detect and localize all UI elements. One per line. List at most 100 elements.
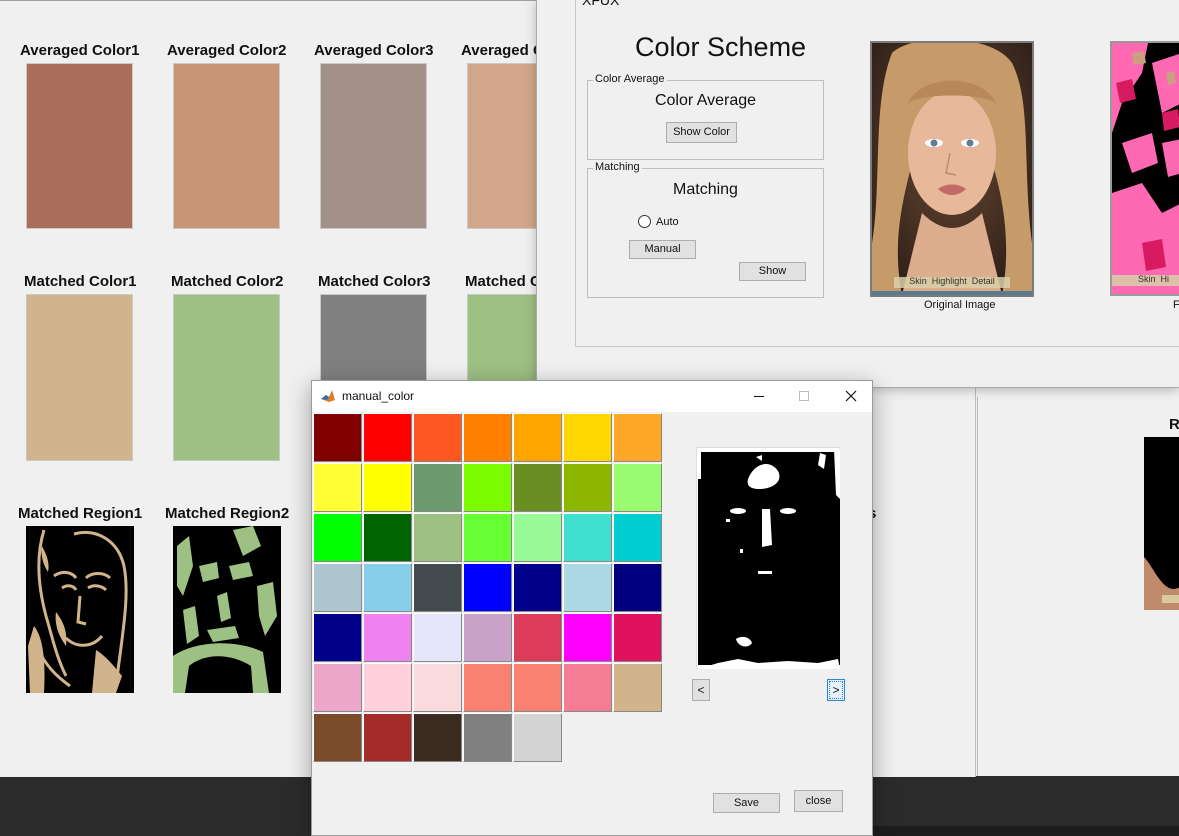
palette-color-button[interactable] bbox=[313, 563, 362, 612]
dialog-title: manual_color bbox=[342, 389, 415, 403]
palette-color-button[interactable] bbox=[413, 663, 462, 712]
palette-color-button[interactable] bbox=[363, 563, 412, 612]
palette-color-button[interactable] bbox=[613, 563, 662, 612]
dialog-titlebar[interactable]: manual_color bbox=[312, 381, 872, 412]
averaged-color2-swatch bbox=[173, 63, 280, 229]
color-average-title: Color Average bbox=[654, 92, 757, 109]
palette-color-button[interactable] bbox=[463, 663, 512, 712]
palette-color-button[interactable] bbox=[363, 463, 412, 512]
palette-color-button[interactable] bbox=[513, 713, 562, 762]
maximize-button[interactable] bbox=[787, 381, 821, 411]
color-scheme-panel: Color Scheme Color Average Color Average… bbox=[575, 0, 1179, 347]
palette-color-button[interactable] bbox=[313, 463, 362, 512]
save-button[interactable]: Save bbox=[713, 793, 780, 813]
palette-color-button[interactable] bbox=[313, 713, 362, 762]
matched-color1-title: Matched Color1 bbox=[24, 273, 137, 290]
palette-color-button[interactable] bbox=[413, 413, 462, 462]
original-image: Skin Highlight Detail bbox=[870, 41, 1034, 297]
palette-color-button[interactable] bbox=[463, 563, 512, 612]
partial-label-r: R bbox=[1169, 416, 1179, 433]
palette-color-button[interactable] bbox=[513, 513, 562, 562]
matched-region1-image bbox=[26, 526, 134, 693]
matched-region2-title: Matched Region2 bbox=[165, 505, 290, 522]
partial-result-image bbox=[1144, 437, 1179, 610]
palette-color-button[interactable] bbox=[413, 463, 462, 512]
averaged-color4-title: Averaged C bbox=[461, 42, 544, 59]
palette-color-button[interactable] bbox=[413, 613, 462, 662]
processed-image: Skin Hi bbox=[1110, 41, 1179, 296]
averaged-color3-title: Averaged Color3 bbox=[314, 42, 434, 59]
manual-button[interactable]: Manual bbox=[629, 240, 696, 259]
palette-color-button[interactable] bbox=[413, 513, 462, 562]
overlay-tabs: Skin Highlight Detail bbox=[909, 276, 995, 286]
palette-color-button[interactable] bbox=[363, 663, 412, 712]
secondary-window: R bbox=[977, 397, 1179, 776]
palette-color-button[interactable] bbox=[613, 463, 662, 512]
prev-button[interactable]: < bbox=[692, 679, 710, 701]
palette-color-button[interactable] bbox=[513, 563, 562, 612]
palette-color-button[interactable] bbox=[563, 463, 612, 512]
palette-color-button[interactable] bbox=[613, 413, 662, 462]
matlab-icon bbox=[320, 388, 336, 404]
palette-color-button[interactable] bbox=[363, 613, 412, 662]
matched-color4-title: Matched C bbox=[465, 273, 541, 290]
palette-color-button[interactable] bbox=[463, 463, 512, 512]
palette-color-button[interactable] bbox=[413, 713, 462, 762]
auto-radio[interactable] bbox=[638, 215, 651, 228]
palette-color-button[interactable] bbox=[613, 513, 662, 562]
matched-color1-swatch bbox=[26, 294, 133, 461]
palette-color-button[interactable] bbox=[563, 513, 612, 562]
palette-color-button[interactable] bbox=[363, 713, 412, 762]
palette-color-button[interactable] bbox=[363, 413, 412, 462]
palette-color-button[interactable] bbox=[313, 613, 362, 662]
palette-color-button[interactable] bbox=[513, 663, 562, 712]
palette-color-button[interactable] bbox=[463, 613, 512, 662]
palette-color-button[interactable] bbox=[613, 663, 662, 712]
palette-color-button[interactable] bbox=[513, 463, 562, 512]
show-color-button[interactable]: Show Color bbox=[666, 122, 737, 143]
palette-color-button[interactable] bbox=[613, 613, 662, 662]
averaged-color2-title: Averaged Color2 bbox=[167, 42, 287, 59]
averaged-color4-swatch bbox=[467, 63, 537, 229]
next-button[interactable]: > bbox=[827, 679, 845, 701]
matching-legend: Matching bbox=[593, 161, 642, 173]
manual-color-dialog: manual_color < > Save close bbox=[311, 380, 873, 836]
palette-color-button[interactable] bbox=[513, 413, 562, 462]
palette-color-button[interactable] bbox=[413, 563, 462, 612]
palette-color-button[interactable] bbox=[513, 613, 562, 662]
matching-group: Matching Matching Auto Manual Show bbox=[587, 161, 824, 298]
palette-color-button[interactable] bbox=[313, 663, 362, 712]
close-icon bbox=[845, 390, 857, 402]
palette-color-button[interactable] bbox=[563, 413, 612, 462]
palette-color-button[interactable] bbox=[563, 663, 612, 712]
minimize-button[interactable] bbox=[742, 381, 776, 411]
palette-color-button[interactable] bbox=[363, 513, 412, 562]
original-image-caption: Original Image bbox=[924, 299, 996, 311]
page-title: Color Scheme bbox=[635, 32, 807, 62]
palette-color-button[interactable] bbox=[313, 413, 362, 462]
close-window-button[interactable] bbox=[834, 381, 868, 411]
matched-region1-title: Matched Region1 bbox=[18, 505, 143, 522]
matched-color2-title: Matched Color2 bbox=[171, 273, 284, 290]
averaged-color1-swatch bbox=[26, 63, 133, 229]
close-button[interactable]: close bbox=[794, 790, 843, 812]
matched-region2-image bbox=[173, 526, 281, 693]
matching-title: Matching bbox=[673, 181, 738, 198]
color-average-group: Color Average Color Average Show Color bbox=[587, 73, 824, 160]
matched-color3-title: Matched Color3 bbox=[318, 273, 431, 290]
palette-color-button[interactable] bbox=[463, 513, 512, 562]
palette-color-button[interactable] bbox=[313, 513, 362, 562]
palette-color-button[interactable] bbox=[463, 713, 512, 762]
palette-color-button[interactable] bbox=[563, 613, 612, 662]
color-palette-grid bbox=[313, 413, 663, 763]
overlay-tabs-partial: Skin Hi bbox=[1138, 274, 1170, 284]
desktop-background-dark bbox=[848, 826, 1179, 836]
matched-color2-swatch bbox=[173, 294, 280, 461]
minimize-icon bbox=[754, 396, 764, 397]
palette-color-button[interactable] bbox=[463, 413, 512, 462]
color-average-legend: Color Average bbox=[593, 73, 667, 85]
palette-color-button[interactable] bbox=[563, 563, 612, 612]
show-button[interactable]: Show bbox=[739, 262, 806, 281]
auto-radio-label: Auto bbox=[656, 216, 679, 228]
mask-preview bbox=[696, 447, 840, 669]
